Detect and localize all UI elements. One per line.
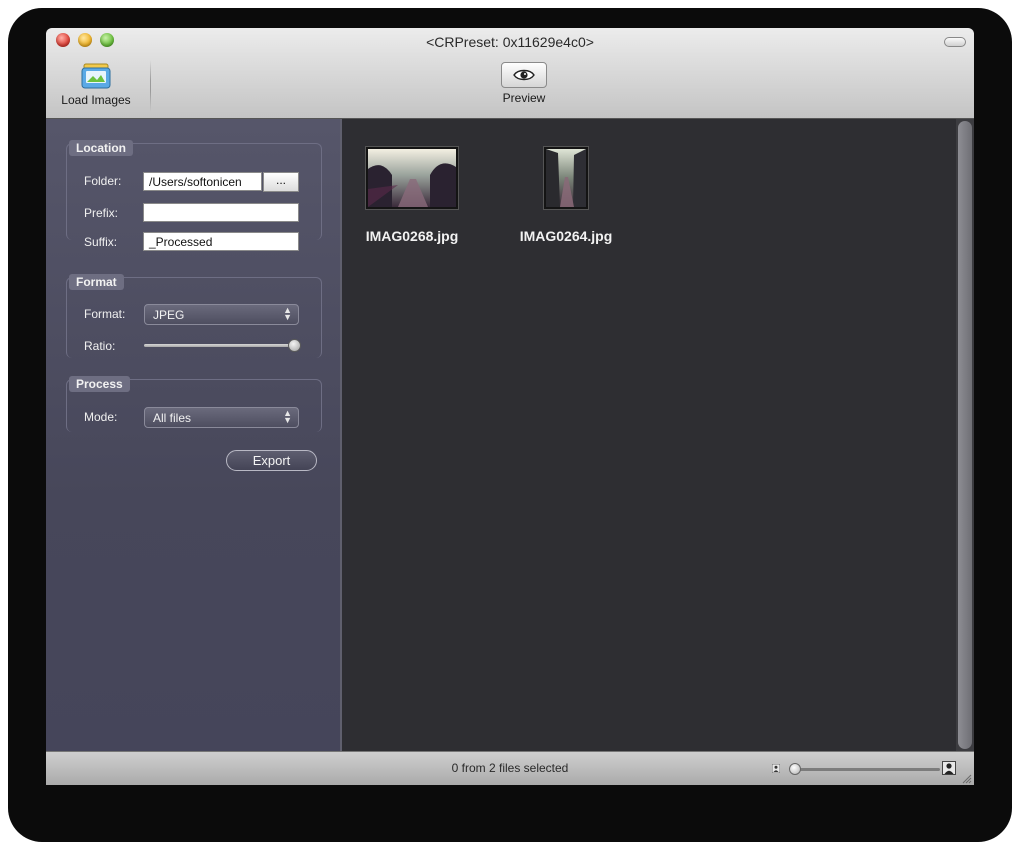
vertical-scrollbar[interactable] [956, 119, 974, 751]
mode-popup-value: All files [153, 411, 192, 425]
image-thumbnail [366, 147, 458, 209]
scrollbar-thumb[interactable] [958, 121, 972, 749]
ratio-label: Ratio: [84, 339, 116, 353]
load-images-button[interactable]: Load Images [54, 62, 138, 114]
resize-grip-icon[interactable] [960, 772, 972, 784]
image-filename: IMAG0268.jpg [365, 228, 459, 244]
person-large-icon[interactable] [942, 761, 956, 775]
prefix-label: Prefix: [84, 206, 119, 220]
popup-arrows-icon: ▲ ▼ [283, 305, 292, 322]
preview-button[interactable]: Preview [492, 62, 556, 114]
ratio-slider-track[interactable] [144, 344, 294, 347]
toolbar: <CRPreset: 0x11629e4c0> Load Images Prev… [46, 28, 974, 119]
thumbnail-size-slider-knob[interactable] [789, 763, 801, 775]
settings-sidebar: Location Folder: /Users/softonicen ... P… [46, 119, 342, 751]
folder-label: Folder: [84, 174, 122, 188]
image-thumbnail [544, 147, 588, 209]
format-popup-value: JPEG [153, 308, 185, 322]
eye-icon [513, 69, 535, 81]
location-group-label: Location [69, 140, 133, 156]
status-bar: 0 from 2 files selected [46, 751, 974, 785]
popup-arrows-icon: ▲ ▼ [283, 408, 292, 425]
mode-popup[interactable]: All files ▲ ▼ [144, 407, 299, 428]
image-item[interactable]: IMAG0264.jpg [506, 147, 626, 244]
image-browser: IMAG0268.jpg IMAG0264.jpg [342, 119, 956, 751]
ratio-slider-knob[interactable] [288, 339, 301, 352]
format-label: Format: [84, 307, 126, 321]
folder-field[interactable]: /Users/softonicen [143, 172, 262, 191]
mode-label: Mode: [84, 410, 118, 424]
toolbar-separator [150, 60, 151, 112]
load-images-label: Load Images [61, 93, 131, 107]
thumbnail-size-slider-track[interactable] [792, 768, 940, 771]
browse-folder-button[interactable]: ... [263, 172, 299, 192]
suffix-label: Suffix: [84, 235, 118, 249]
prefix-field[interactable] [143, 203, 299, 222]
image-item[interactable]: IMAG0268.jpg [352, 147, 472, 244]
format-popup[interactable]: JPEG ▲ ▼ [144, 304, 299, 325]
photo-stack-icon [81, 63, 111, 89]
window-title: <CRPreset: 0x11629e4c0> [426, 34, 594, 50]
preview-button-bezel[interactable] [501, 62, 547, 88]
preview-label: Preview [502, 91, 546, 105]
process-group-label: Process [69, 376, 130, 392]
suffix-field[interactable]: _Processed [143, 232, 299, 251]
format-group-label: Format [69, 274, 124, 290]
image-filename: IMAG0264.jpg [519, 228, 613, 244]
toolbar-toggle-button[interactable] [944, 37, 966, 47]
export-button[interactable]: Export [226, 450, 317, 471]
app-window: <CRPreset: 0x11629e4c0> Load Images Prev… [46, 28, 974, 785]
person-small-icon[interactable] [772, 764, 780, 773]
